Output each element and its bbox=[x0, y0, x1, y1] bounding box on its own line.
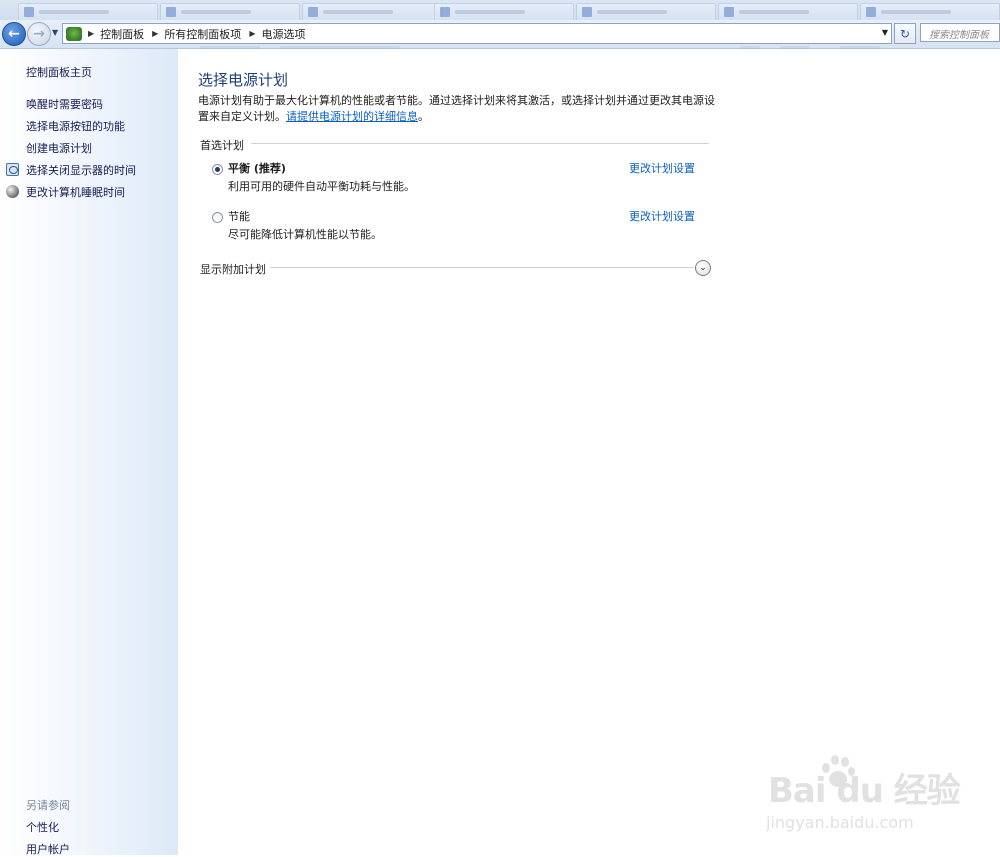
plan-power-saver-radio[interactable] bbox=[212, 212, 223, 223]
plan-balanced-label[interactable]: 平衡 (推荐) bbox=[228, 160, 286, 176]
divider bbox=[251, 143, 709, 144]
left-task-pane: 控制面板主页 唤醒时需要密码 选择电源按钮的功能 创建电源计划 选择关闭显示器的… bbox=[0, 49, 178, 856]
see-also-personalization-link[interactable]: 个性化 bbox=[26, 819, 59, 835]
refresh-button[interactable]: ↻ bbox=[894, 23, 916, 44]
breadcrumb-item[interactable]: 控制面板 bbox=[100, 26, 144, 42]
baidu-watermark: Bai du 经验 jingyan.baidu.com bbox=[760, 745, 990, 840]
change-plan-settings-balanced-link[interactable]: 更改计划设置 bbox=[629, 160, 695, 176]
breadcrumb-separator-icon[interactable]: ▶ bbox=[249, 29, 255, 38]
plan-balanced-description: 利用可用的硬件自动平衡功耗与性能。 bbox=[228, 180, 415, 193]
breadcrumb-separator-icon[interactable]: ▶ bbox=[88, 29, 94, 38]
search-input[interactable]: 搜索控制面板 bbox=[920, 23, 1000, 42]
description-text: 电源计划有助于最大化计算机的性能或者节能。通过选择计划来将其激活，或选择计划并通… bbox=[198, 94, 715, 123]
expand-chevron-icon[interactable]: ⌄ bbox=[695, 260, 711, 276]
breadcrumb-item[interactable]: 所有控制面板项 bbox=[164, 26, 241, 42]
page-title: 选择电源计划 bbox=[198, 71, 289, 89]
forward-button[interactable]: → bbox=[27, 22, 51, 46]
control-panel-home-link[interactable]: 控制面板主页 bbox=[26, 64, 92, 80]
address-dropdown-icon[interactable]: ▼ bbox=[882, 28, 888, 37]
taskbar-strip bbox=[0, 0, 1000, 22]
main-content: 选择电源计划 电源计划有助于最大化计算机的性能或者节能。通过选择计划来将其激活，… bbox=[178, 49, 1000, 855]
plan-power-saver-label[interactable]: 节能 bbox=[228, 208, 250, 224]
back-arrow-icon: ← bbox=[8, 26, 20, 42]
refresh-icon: ↻ bbox=[899, 26, 911, 41]
plan-power-saver-description: 尽可能降低计算机性能以节能。 bbox=[228, 228, 382, 241]
control-panel-icon bbox=[66, 26, 82, 41]
address-bar[interactable]: ▶ 控制面板 ▶ 所有控制面板项 ▶ 电源选项 ▼ bbox=[62, 23, 892, 44]
plan-balanced-radio[interactable] bbox=[212, 164, 223, 175]
sidebar-item-power-buttons[interactable]: 选择电源按钮的功能 bbox=[26, 118, 125, 134]
back-button[interactable]: ← bbox=[2, 22, 26, 46]
preferred-plans-heading: 首选计划 bbox=[200, 139, 244, 152]
moon-icon bbox=[6, 185, 19, 198]
description-end: 。 bbox=[418, 110, 429, 123]
change-plan-settings-power-saver-link[interactable]: 更改计划设置 bbox=[629, 208, 695, 224]
sidebar-item-create-plan[interactable]: 创建电源计划 bbox=[26, 140, 92, 156]
watermark-logo-text: Bai du 经验 bbox=[768, 771, 961, 811]
sidebar-item-display-off[interactable]: 选择关闭显示器的时间 bbox=[26, 162, 136, 178]
page-description: 电源计划有助于最大化计算机的性能或者节能。通过选择计划来将其激活，或选择计划并通… bbox=[198, 93, 718, 125]
breadcrumb-item[interactable]: 电源选项 bbox=[261, 26, 305, 42]
see-also-heading: 另请参阅 bbox=[26, 799, 70, 812]
plan-details-link[interactable]: 请提供电源计划的详细信息 bbox=[286, 110, 418, 123]
breadcrumb-separator-icon[interactable]: ▶ bbox=[152, 29, 158, 38]
additional-plans-heading[interactable]: 显示附加计划 bbox=[200, 261, 266, 277]
monitor-icon bbox=[6, 163, 19, 176]
forward-arrow-icon: → bbox=[33, 26, 45, 42]
sidebar-item-sleep-time[interactable]: 更改计算机睡眠时间 bbox=[26, 184, 125, 200]
divider bbox=[270, 267, 694, 268]
watermark-url: jingyan.baidu.com bbox=[766, 813, 914, 832]
history-dropdown-icon[interactable]: ▼ bbox=[52, 28, 58, 37]
sidebar-item-wake-password[interactable]: 唤醒时需要密码 bbox=[26, 96, 103, 112]
